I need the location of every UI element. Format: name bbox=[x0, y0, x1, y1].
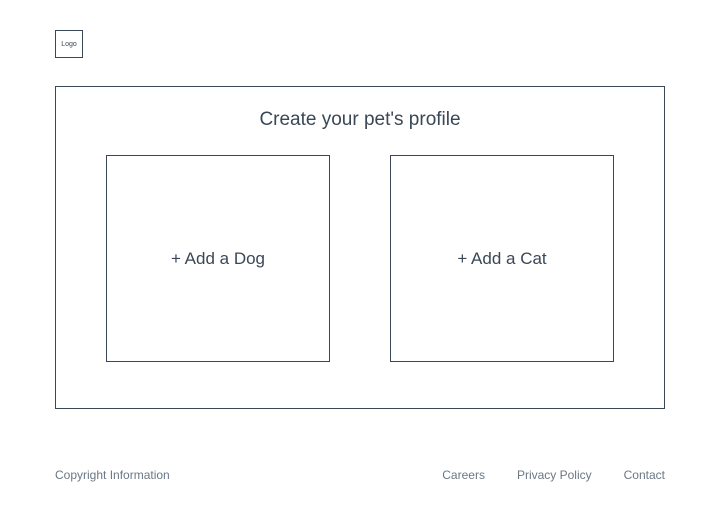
footer-link-careers[interactable]: Careers bbox=[442, 468, 485, 482]
create-profile-card: Create your pet's profile + Add a Dog + … bbox=[55, 86, 665, 409]
add-dog-button[interactable]: + Add a Dog bbox=[106, 155, 330, 362]
footer-links: Careers Privacy Policy Contact bbox=[442, 468, 665, 482]
add-cat-button[interactable]: + Add a Cat bbox=[390, 155, 614, 362]
add-dog-label: + Add a Dog bbox=[171, 249, 265, 269]
pet-options-row: + Add a Dog + Add a Cat bbox=[96, 155, 624, 362]
footer-link-contact[interactable]: Contact bbox=[624, 468, 665, 482]
logo-text: Logo bbox=[61, 41, 77, 48]
page-title: Create your pet's profile bbox=[96, 109, 624, 131]
copyright-text: Copyright Information bbox=[55, 468, 170, 482]
footer-link-privacy[interactable]: Privacy Policy bbox=[517, 468, 592, 482]
add-cat-label: + Add a Cat bbox=[457, 249, 546, 269]
footer: Copyright Information Careers Privacy Po… bbox=[55, 468, 665, 482]
logo-placeholder[interactable]: Logo bbox=[55, 30, 83, 58]
